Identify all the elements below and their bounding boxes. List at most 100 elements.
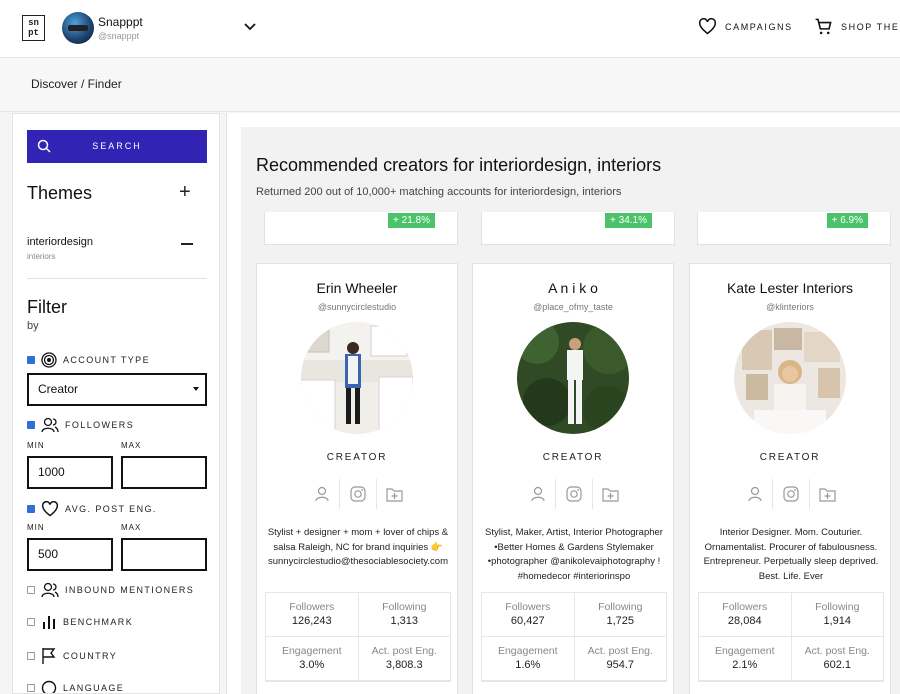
snapppt-logo[interactable]: sn pt <box>22 15 45 41</box>
avg-min-label: MIN <box>27 523 45 532</box>
creator-handle[interactable]: @place_ofmy_taste <box>473 302 673 312</box>
top-bar: sn pt Snapppt @snapppt CAMPAIGNS SHOP TH… <box>0 0 900 58</box>
filter-heading: Filter <box>27 297 67 317</box>
creator-stats: Followers 60,427 Following 1,725 Engagemen… <box>481 592 667 682</box>
instagram-icon[interactable] <box>340 479 377 509</box>
filter-inbound-mentioners[interactable]: INBOUND MENTIONERS <box>27 582 194 598</box>
creator-photo[interactable] <box>734 322 846 434</box>
heart-icon <box>41 501 59 517</box>
instagram-icon[interactable] <box>556 479 593 509</box>
heart-icon <box>698 18 717 35</box>
stat-followers: Followers 126,243 <box>266 593 359 636</box>
account-type-value: Creator <box>38 382 79 396</box>
nav-shop-the-feed[interactable]: SHOP THE FE <box>814 17 900 36</box>
filter-benchmark[interactable]: BENCHMARK <box>27 614 133 630</box>
stat-followers: Followers 60,427 <box>482 593 575 636</box>
stat-label: Following <box>815 601 860 613</box>
breadcrumb: Discover / Finder <box>31 77 122 91</box>
stat-label: Engagement <box>714 645 775 657</box>
inbound-checkbox[interactable] <box>27 586 35 594</box>
stat-label: Act. post Eng. <box>371 645 437 657</box>
account-type-select[interactable]: Creator <box>27 373 207 406</box>
add-to-folder-icon[interactable] <box>593 479 628 509</box>
followers-min-input[interactable]: 1000 <box>27 456 113 489</box>
previous-card: + 6.9% <box>697 212 891 245</box>
avg-post-eng-label: AVG. POST ENG. <box>65 504 157 514</box>
avg-max-input[interactable] <box>121 538 207 571</box>
logo-text: sn pt <box>28 18 39 38</box>
benchmark-checkbox[interactable] <box>27 618 35 626</box>
account-name[interactable]: Snapppt <box>98 15 143 29</box>
remove-theme-minus-icon[interactable] <box>181 243 193 245</box>
filter-account-type[interactable]: ACCOUNT TYPE <box>27 352 150 368</box>
creator-name[interactable]: Kate Lester Interiors <box>690 280 890 296</box>
creator-stats: Followers 28,084 Following 1,914 Engagemen… <box>698 592 884 682</box>
stat-label: Following <box>382 601 427 613</box>
country-checkbox[interactable] <box>27 652 35 660</box>
profile-icon[interactable] <box>520 479 557 509</box>
add-to-folder-icon[interactable] <box>810 479 845 509</box>
filter-avg-post-eng[interactable]: AVG. POST ENG. <box>27 501 157 517</box>
creator-name[interactable]: Erin Wheeler <box>257 280 457 296</box>
stat-label: Act. post Eng. <box>587 645 653 657</box>
stat-label: Act. post Eng. <box>804 645 870 657</box>
stat-value: 3,808.3 <box>385 659 423 671</box>
stat-value: 954.7 <box>606 659 635 671</box>
creator-card[interactable]: Kate Lester Interiors @klinteriors CREAT… <box>689 263 891 694</box>
card-actions <box>520 479 628 509</box>
search-button[interactable]: SEARCH <box>27 130 207 163</box>
results-subtitle: Returned 200 out of 10,000+ matching acc… <box>256 186 622 198</box>
benchmark-label: BENCHMARK <box>63 617 134 627</box>
account-avatar[interactable] <box>62 12 94 44</box>
creator-bio: Interior Designer. Mom. Couturier. Ornam… <box>703 527 879 582</box>
creator-handle[interactable]: @sunnycirclestudio <box>257 302 457 312</box>
creator-photo[interactable] <box>301 322 413 434</box>
add-theme-plus-icon[interactable]: + <box>179 181 191 204</box>
profile-icon[interactable] <box>304 479 341 509</box>
growth-pill: + 34.1% <box>605 213 652 228</box>
avg-post-eng-checkbox[interactable] <box>27 505 35 513</box>
instagram-icon[interactable] <box>773 479 810 509</box>
profile-icon[interactable] <box>737 479 774 509</box>
stat-act-post-eng: Act. post Eng. 602.1 <box>792 637 884 680</box>
followers-max-input[interactable] <box>121 456 207 489</box>
creator-photo[interactable] <box>517 322 629 434</box>
creator-bio: Stylist + designer + mom + lover of chip… <box>267 527 449 567</box>
stat-label: Followers <box>722 601 768 613</box>
account-type-checkbox[interactable] <box>27 356 35 364</box>
shop-label: SHOP THE FE <box>841 21 900 32</box>
creator-type: CREATOR <box>542 452 604 463</box>
stat-value: 1,313 <box>390 615 419 627</box>
filter-by-label: by <box>27 320 39 332</box>
themes-heading: Themes <box>27 183 93 203</box>
nav-campaigns[interactable]: CAMPAIGNS <box>698 18 793 35</box>
theme-name: interiordesign <box>27 236 94 248</box>
add-to-folder-icon[interactable] <box>377 479 412 509</box>
stat-value: 1,914 <box>823 615 852 627</box>
creator-card[interactable]: Erin Wheeler @sunnycirclestudio CREATOR … <box>256 263 458 694</box>
target-icon <box>41 352 57 368</box>
followers-checkbox[interactable] <box>27 421 35 429</box>
filter-language[interactable]: LANGUAGE <box>27 680 125 693</box>
speech-bubble-icon <box>41 680 57 693</box>
breadcrumb-bar: Discover / Finder <box>0 58 900 112</box>
divider <box>27 278 207 279</box>
language-checkbox[interactable] <box>27 684 35 692</box>
stat-value: 602.1 <box>823 659 852 671</box>
stat-value: 60,427 <box>510 615 545 627</box>
growth-pill: + 6.9% <box>826 213 868 228</box>
creator-handle[interactable]: @klinteriors <box>690 302 890 312</box>
stat-label: Followers <box>505 601 551 613</box>
stat-engagement: Engagement 3.0% <box>266 637 359 680</box>
avg-min-input[interactable]: 500 <box>27 538 113 571</box>
creator-card[interactable]: A n i k o @place_ofmy_taste CREATOR Styl… <box>472 263 674 694</box>
users-icon <box>41 417 59 433</box>
filter-followers[interactable]: FOLLOWERS <box>27 417 134 433</box>
stat-following: Following 1,725 <box>575 593 667 636</box>
creator-name[interactable]: A n i k o <box>473 280 673 296</box>
language-label: LANGUAGE <box>63 683 125 693</box>
filter-country[interactable]: COUNTRY <box>27 647 117 665</box>
creator-stats: Followers 126,243 Following 1,313 Engageme… <box>265 592 451 682</box>
chevron-down-icon[interactable] <box>243 20 257 34</box>
stat-act-post-eng: Act. post Eng. 954.7 <box>575 637 667 680</box>
